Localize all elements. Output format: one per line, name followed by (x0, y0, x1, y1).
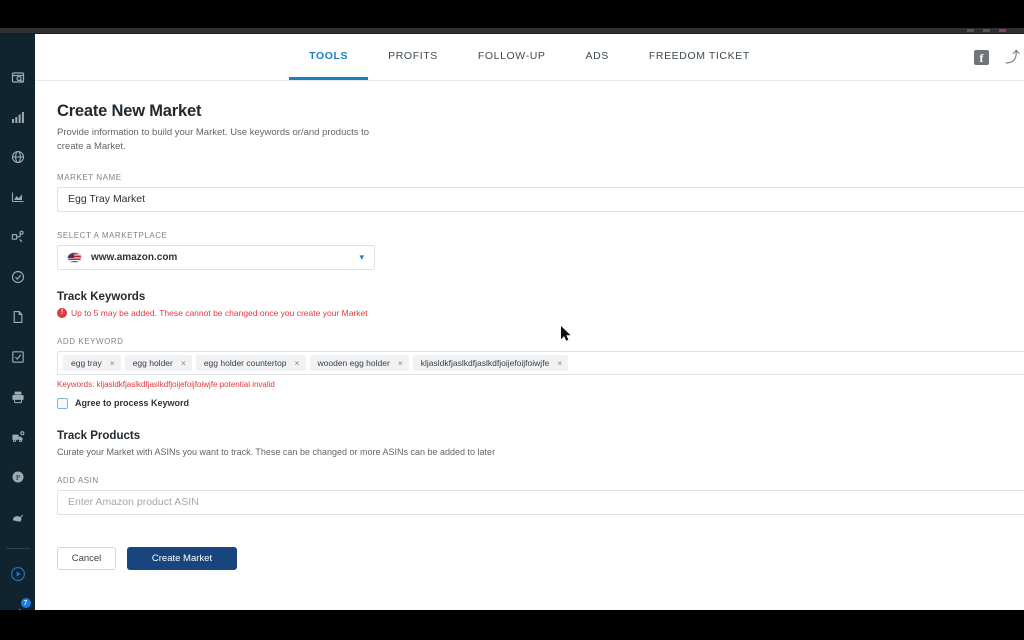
chrome-dot-maximize (983, 29, 990, 32)
track-keywords-warning-text: Up to 5 may be added. These cannot be ch… (71, 308, 368, 318)
market-name-input[interactable]: Egg Tray Market (57, 187, 1024, 212)
svg-text:P: P (15, 473, 19, 482)
chip-remove-icon[interactable]: × (295, 358, 300, 368)
market-name-label: MARKET NAME (57, 173, 1024, 182)
sidebar-item-printer[interactable] (3, 382, 33, 412)
track-keywords-title: Track Keywords (57, 291, 1024, 303)
agree-keyword-row[interactable]: Agree to process Keyword (57, 398, 1024, 409)
track-products-title: Track Products (57, 430, 1024, 442)
sidebar-item-product-research[interactable] (3, 62, 33, 92)
keyword-chip[interactable]: wooden egg holder × (310, 355, 409, 371)
create-market-form: Create New Market Provide information to… (35, 81, 1024, 610)
link-node-icon (11, 230, 25, 244)
chip-remove-icon[interactable]: × (398, 358, 403, 368)
sidebar-rail: ✓ (0, 34, 35, 610)
sidebar-item-market[interactable] (3, 142, 33, 172)
chevron-down-icon: ▾ (359, 252, 364, 263)
form-actions: Cancel Create Market (57, 547, 1024, 570)
marketplace-value: www.amazon.com (91, 252, 177, 263)
bar-chart-icon (11, 110, 25, 124)
track-products-description: Curate your Market with ASINs you want t… (57, 447, 1024, 457)
keyword-chip[interactable]: egg holder × (125, 355, 192, 371)
chrome-dot-minimize (967, 29, 974, 32)
facebook-icon[interactable]: f (974, 50, 989, 65)
marketplace-label: SELECT A MARKETPLACE (57, 231, 1024, 240)
agree-keyword-label: Agree to process Keyword (75, 398, 189, 408)
sidebar-item-trends[interactable] (3, 102, 33, 132)
sidebar-item-listing[interactable] (3, 302, 33, 332)
agree-keyword-checkbox[interactable] (57, 398, 68, 409)
keyword-chip-label: egg tray (71, 358, 102, 368)
sidebar-item-tutorial[interactable] (3, 559, 33, 589)
sidebar-item-tasks[interactable] (3, 342, 33, 372)
create-market-button[interactable]: Create Market (127, 547, 237, 570)
share-arrow-icon[interactable]: ⤴ (1005, 50, 1020, 65)
chip-remove-icon[interactable]: × (557, 358, 562, 368)
sidebar-item-academy[interactable] (3, 502, 33, 532)
mouse-cursor (561, 326, 572, 342)
keyword-chip[interactable]: kljasldkfjaslkdfjaslkdfjoijefoijfoiwjfe … (413, 355, 568, 371)
sidebar-item-keyword-tools[interactable] (3, 222, 33, 252)
chrome-dot-close (999, 29, 1006, 32)
sidebar-item-alerts[interactable] (3, 422, 33, 452)
chip-remove-icon[interactable]: × (110, 358, 115, 368)
box-search-icon (11, 70, 25, 84)
sidebar-item-profits[interactable]: P (3, 462, 33, 492)
truck-alert-icon (11, 430, 25, 444)
mountain-chart-icon (11, 190, 25, 204)
screen: ✓ (0, 0, 1024, 640)
keyword-chip[interactable]: egg tray × (63, 355, 121, 371)
add-keyword-label: ADD KEYWORD (57, 337, 1024, 346)
top-navigation: TOOLS PROFITS FOLLOW-UP ADS FREEDOM TICK… (35, 34, 1024, 81)
sidebar-item-analytics[interactable] (3, 182, 33, 212)
sidebar-item-validate[interactable] (3, 262, 33, 292)
tab-follow-up[interactable]: FOLLOW-UP (458, 34, 566, 80)
play-circle-icon (10, 566, 26, 582)
sidebar-item-pinned[interactable]: 7 (3, 599, 33, 610)
add-asin-label: ADD ASIN (57, 476, 1024, 485)
keyword-chip-label: kljasldkfjaslkdfjaslkdfjoijefoijfoiwjfe (421, 358, 550, 368)
keyword-chip-label: wooden egg holder (318, 358, 390, 368)
tab-tools[interactable]: TOOLS (289, 34, 368, 80)
tab-freedom-ticket[interactable]: FREEDOM TICKET (629, 34, 770, 80)
letterbox-top (0, 0, 1024, 28)
tab-ads[interactable]: ADS (565, 34, 628, 80)
app-viewport: ✓ (0, 34, 1024, 610)
sidebar-divider (6, 548, 30, 549)
globe-icon (11, 150, 25, 164)
lamp-icon (11, 510, 25, 524)
page-subtitle: Provide information to build your Market… (57, 126, 377, 154)
pin-badge: 7 (20, 597, 32, 609)
keyword-chip[interactable]: egg holder countertop × (196, 355, 306, 371)
keyword-chip-label: egg holder countertop (204, 358, 287, 368)
checklist-icon (11, 350, 25, 364)
asin-input[interactable]: Enter Amazon product ASIN (57, 490, 1024, 515)
check-circle-icon (11, 270, 25, 284)
chrome-window-controls (967, 29, 1006, 32)
us-flag-icon (67, 252, 82, 263)
cancel-button[interactable]: Cancel (57, 547, 116, 570)
nav-tabs: TOOLS PROFITS FOLLOW-UP ADS FREEDOM TICK… (289, 34, 770, 80)
keyword-error-message: Keywords: kljasldkfjaslkdfjaslkdfjoijefo… (57, 380, 1024, 389)
keyword-chip-input[interactable]: egg tray × egg holder × egg holder count… (57, 351, 1024, 375)
document-icon (11, 310, 25, 324)
sidebar-icon-list: P 7 (3, 62, 33, 610)
track-keywords-warning: ! Up to 5 may be added. These cannot be … (57, 308, 1024, 318)
tab-profits[interactable]: PROFITS (368, 34, 458, 80)
exclamation-circle-icon: ! (57, 308, 67, 318)
printer-icon (11, 390, 25, 404)
letterbox-bottom (0, 610, 1024, 640)
chip-remove-icon[interactable]: × (181, 358, 186, 368)
keyword-chip-label: egg holder (133, 358, 173, 368)
p-circle-icon: P (11, 470, 25, 484)
marketplace-select[interactable]: www.amazon.com ▾ (57, 245, 375, 270)
topnav-right-icons: f ⤴ (974, 34, 1024, 81)
page-title: Create New Market (57, 102, 1024, 121)
